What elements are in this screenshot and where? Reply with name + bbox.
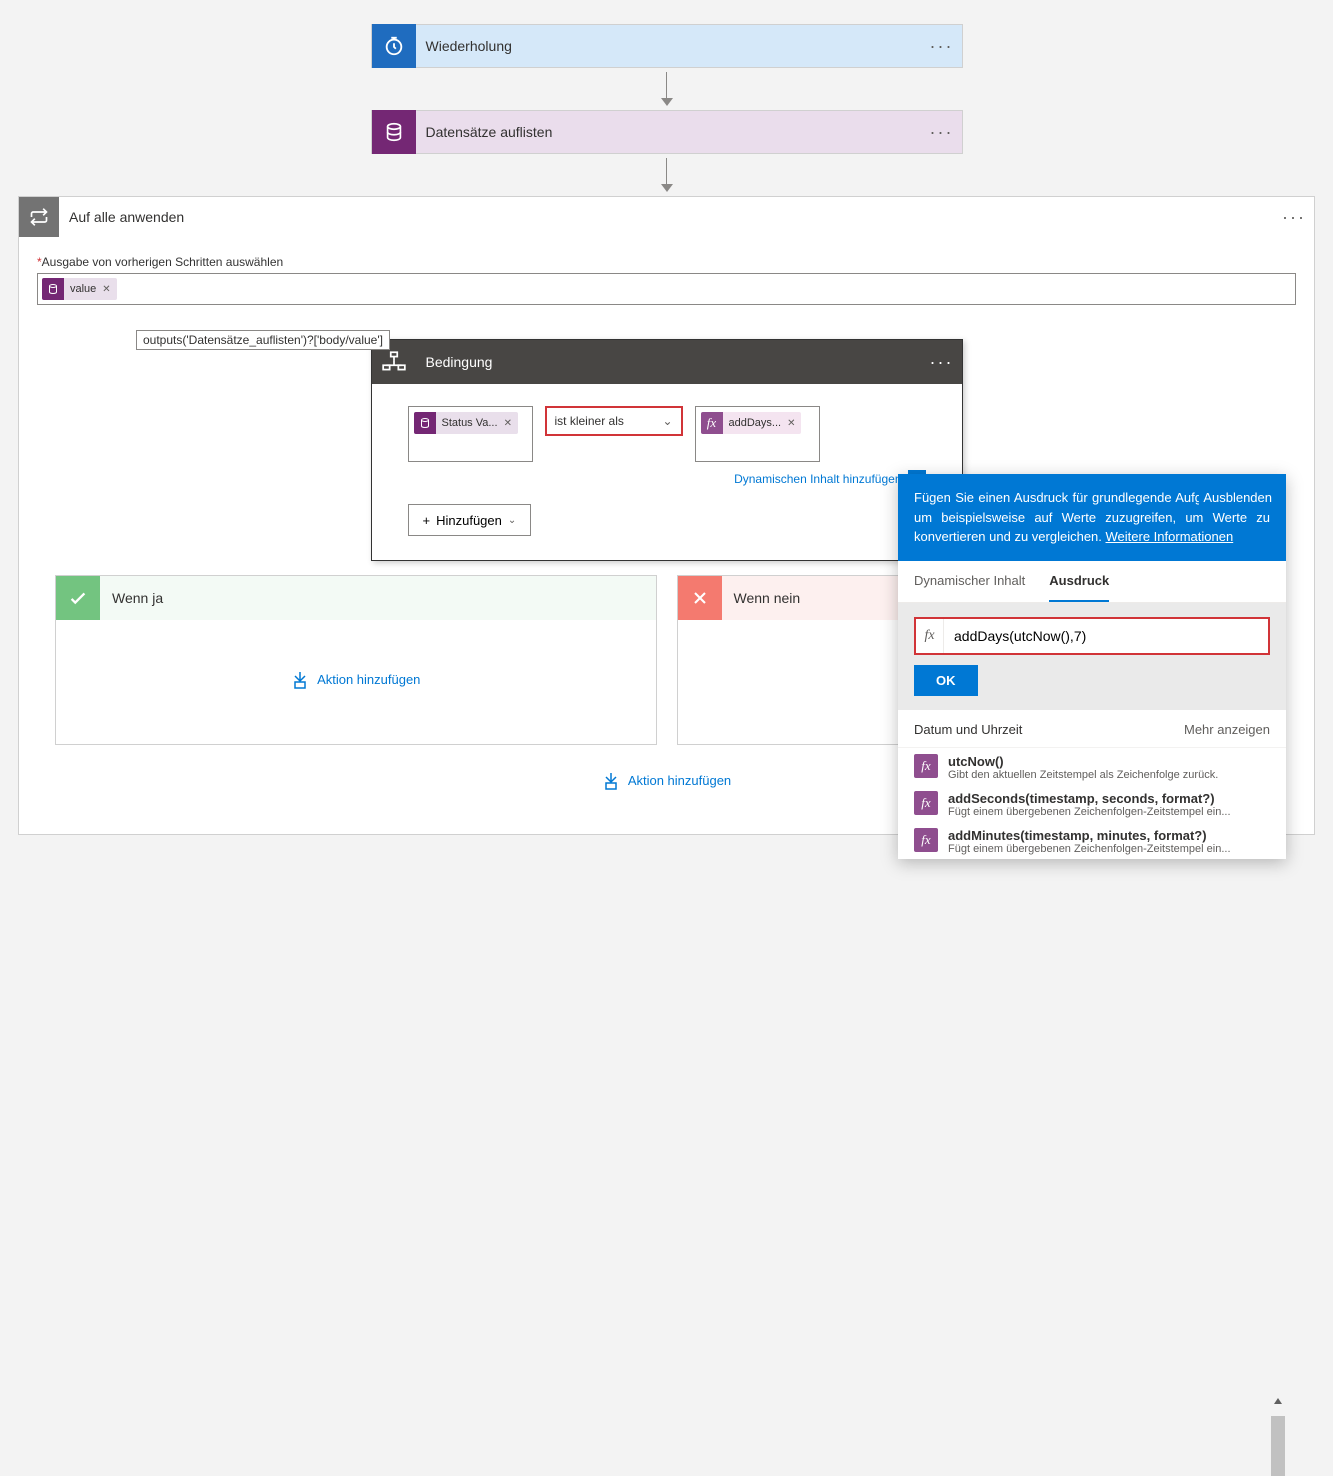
remove-token-icon[interactable]: ✕	[504, 418, 512, 429]
previous-output-label: *Ausgabe von vorherigen Schritten auswäh…	[37, 255, 1296, 269]
recurrence-title: Wiederholung	[416, 38, 922, 54]
tab-expression[interactable]: Ausdruck	[1049, 561, 1109, 602]
remove-token-icon[interactable]: ✕	[787, 418, 795, 429]
ellipsis-icon[interactable]: ···	[922, 122, 962, 143]
list-records-step[interactable]: Datensätze auflisten ···	[371, 110, 963, 154]
condition-header[interactable]: Bedingung ···	[372, 340, 962, 384]
expression-panel: Fügen Sie einen Ausdruck für grundlegend…	[898, 474, 1286, 859]
checkmark-icon	[56, 576, 100, 620]
condition-right-value[interactable]: fx addDays... ✕	[695, 406, 820, 462]
output-tooltip: outputs('Datensätze_auflisten')?['body/v…	[136, 330, 390, 350]
close-icon	[678, 576, 722, 620]
fx-icon: fx	[701, 412, 723, 434]
ellipsis-icon[interactable]: ···	[1274, 207, 1314, 228]
database-icon	[372, 110, 416, 154]
tab-dynamic-content[interactable]: Dynamischer Inhalt	[914, 561, 1025, 602]
chevron-down-icon: ⌄	[508, 515, 516, 526]
add-action-icon	[291, 670, 309, 688]
condition-step: Bedingung ··· Status Va... ✕	[371, 339, 963, 561]
ellipsis-icon[interactable]: ···	[922, 36, 962, 57]
scroll-up-icon[interactable]	[1274, 1398, 1282, 1404]
scroll-thumb[interactable]	[1271, 1416, 1285, 1476]
expression-panel-intro: Fügen Sie einen Ausdruck für grundlegend…	[898, 474, 1286, 561]
database-icon	[414, 412, 436, 434]
condition-left-value[interactable]: Status Va... ✕	[408, 406, 533, 462]
fx-icon: fx	[914, 828, 938, 852]
expression-input-row: fx	[914, 617, 1270, 655]
expression-item-addseconds[interactable]: fx addSeconds(timestamp, seconds, format…	[898, 785, 1286, 822]
add-condition-button[interactable]: + Hinzufügen ⌄	[408, 504, 532, 536]
expression-item-addminutes[interactable]: fx addMinutes(timestamp, minutes, format…	[898, 822, 1286, 859]
loop-icon	[19, 197, 59, 237]
fx-icon: fx	[914, 754, 938, 778]
expression-input[interactable]	[944, 619, 1268, 653]
apply-to-each-header[interactable]: Auf alle anwenden ···	[19, 197, 1314, 237]
learn-more-link[interactable]: Weitere Informationen	[1106, 529, 1234, 544]
fx-icon: fx	[916, 619, 944, 653]
show-more-link[interactable]: Mehr anzeigen	[1184, 722, 1270, 737]
apply-to-each-title: Auf alle anwenden	[59, 209, 1274, 225]
expression-item-utcnow[interactable]: fx utcNow() Gibt den aktuellen Zeitstemp…	[898, 748, 1286, 785]
condition-operator-select[interactable]: ist kleiner als ⌄	[545, 406, 683, 436]
ok-button[interactable]: OK	[914, 665, 978, 696]
adddays-token[interactable]: fx addDays... ✕	[701, 412, 802, 434]
if-yes-branch: Wenn ja Aktion hinzufügen	[55, 575, 657, 745]
arrow-connector	[0, 68, 1333, 110]
add-action-main[interactable]: Aktion hinzufügen	[602, 771, 731, 789]
add-action-icon	[602, 771, 620, 789]
category-label: Datum und Uhrzeit	[914, 722, 1022, 737]
hide-panel-link[interactable]: Ausblenden	[1199, 488, 1272, 508]
value-token[interactable]: value ✕	[42, 278, 117, 300]
plus-icon: +	[423, 513, 431, 528]
previous-output-input[interactable]: value ✕	[37, 273, 1296, 305]
database-icon	[42, 278, 64, 300]
add-dynamic-content-link[interactable]: Dynamischen Inhalt hinzufügen	[734, 472, 901, 486]
status-token[interactable]: Status Va... ✕	[414, 412, 518, 434]
fx-icon: fx	[914, 791, 938, 815]
chevron-down-icon: ⌄	[662, 414, 672, 428]
add-action-yes[interactable]: Aktion hinzufügen	[291, 670, 420, 688]
recurrence-step[interactable]: Wiederholung ···	[371, 24, 963, 68]
if-yes-header[interactable]: Wenn ja	[56, 576, 656, 620]
condition-title: Bedingung	[416, 354, 922, 370]
ellipsis-icon[interactable]: ···	[922, 352, 962, 373]
arrow-connector	[0, 154, 1333, 196]
clock-icon	[372, 24, 416, 68]
list-records-title: Datensätze auflisten	[416, 124, 922, 140]
remove-token-icon[interactable]: ✕	[102, 284, 110, 295]
